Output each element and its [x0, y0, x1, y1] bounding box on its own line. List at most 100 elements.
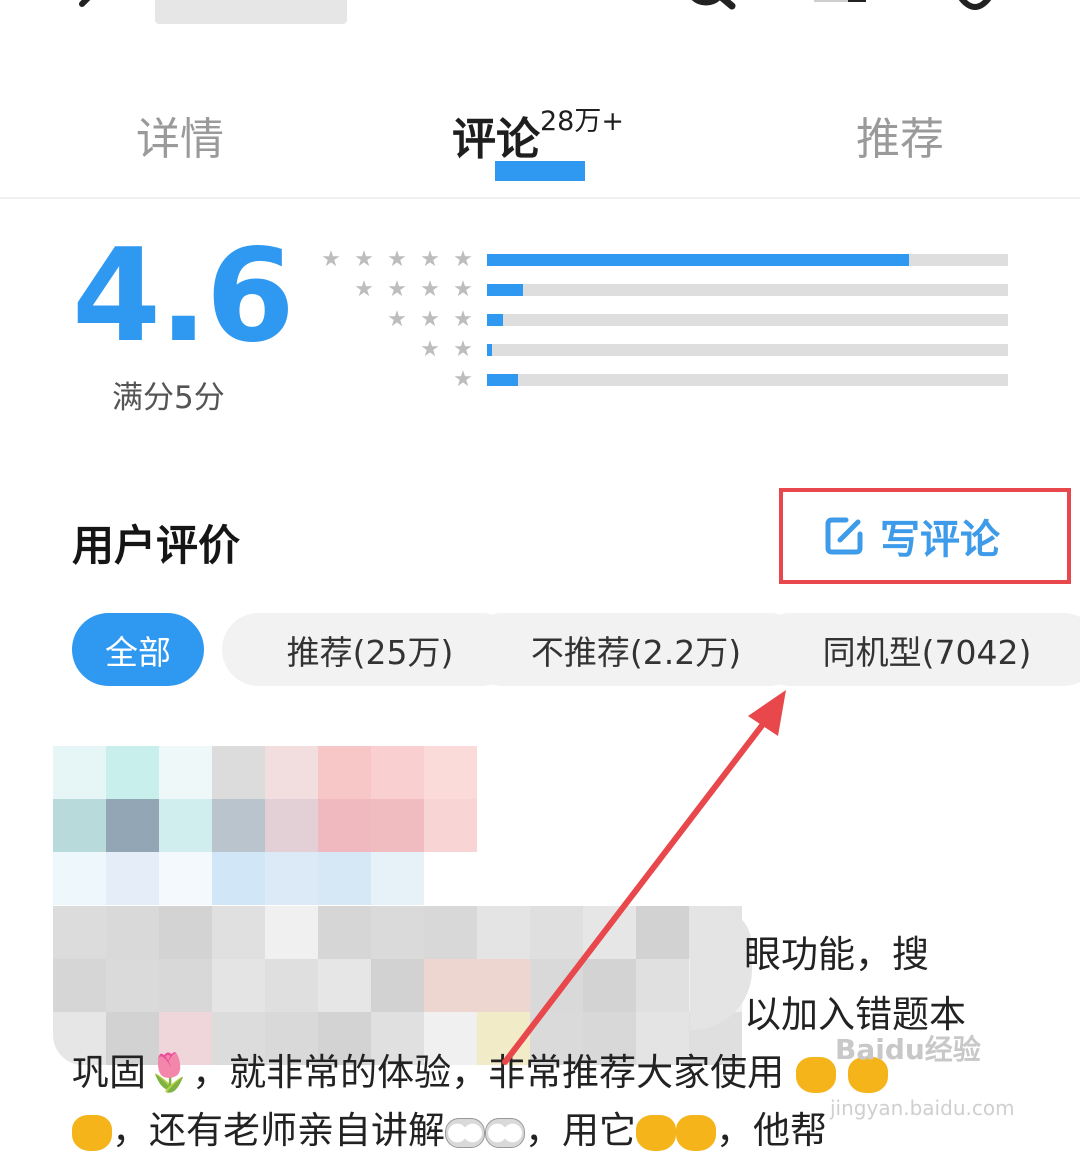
redaction-pixel — [265, 746, 318, 799]
redaction-pixel — [530, 959, 583, 1012]
tab-comments-label: 评论 — [452, 114, 540, 165]
redaction-pixel — [583, 906, 636, 959]
star-icon: ★ — [420, 247, 440, 272]
redaction-pixel — [106, 746, 159, 799]
redaction-pixel — [318, 746, 371, 799]
star-icon: ★ — [387, 247, 407, 272]
redaction-pixel — [106, 852, 159, 905]
star-icon: ★ — [354, 277, 374, 302]
redaction-pixel — [212, 799, 265, 852]
redaction-pixel — [318, 852, 371, 905]
redaction-pixel — [424, 799, 477, 852]
app-title-redacted — [155, 0, 347, 24]
tab-comments[interactable]: 评论 28万+ — [452, 103, 624, 167]
fist-emoji-icon — [676, 1114, 716, 1151]
star-icon: ★ — [420, 307, 440, 332]
star-icon: ★ — [420, 337, 440, 362]
tab-bar: 详情 评论 28万+ 推荐 — [0, 85, 1080, 199]
redaction-pixel — [212, 906, 265, 959]
redaction-pixel — [265, 906, 318, 959]
menu-icon[interactable] — [808, 0, 868, 20]
star-icon: ★ — [453, 247, 473, 272]
redaction-pixel — [424, 852, 477, 905]
active-tab-indicator — [495, 161, 585, 181]
rating-bar-2 — [487, 344, 1008, 356]
redaction-pixel — [690, 906, 752, 1030]
redaction-pixel — [583, 959, 636, 1012]
star-icon: ★ — [453, 367, 473, 392]
review-line-1: 眼功能，搜 — [744, 933, 929, 976]
star-icon: ★ — [420, 277, 440, 302]
fist-emoji-icon — [636, 1114, 676, 1151]
arrow-left-icon[interactable] — [70, 0, 110, 26]
eyes-emoji-icon — [445, 1117, 485, 1148]
filter-all[interactable]: 全部 — [72, 613, 204, 686]
redaction-pixel — [53, 959, 106, 1012]
star-icon: ★ — [321, 247, 341, 272]
eyes-emoji-icon — [485, 1117, 525, 1148]
redaction-pixel — [371, 906, 424, 959]
section-title: 用户评价 — [72, 521, 241, 570]
redaction-pixel — [106, 959, 159, 1012]
redaction-pixel — [424, 959, 477, 1012]
redaction-pixel — [53, 799, 106, 852]
rating-bar-1 — [487, 374, 1008, 386]
redaction-pixel — [159, 906, 212, 959]
redaction-pixel — [371, 852, 424, 905]
redaction-pixel — [159, 799, 212, 852]
review-line-3: 巩固🌷，就非常的体验，非常推荐大家使用 — [72, 1042, 888, 1096]
redaction-pixel — [265, 959, 318, 1012]
star-icon: ★ — [387, 307, 407, 332]
redaction-pixel — [159, 959, 212, 1012]
redaction-pixel — [424, 906, 477, 959]
redaction-pixel — [424, 746, 477, 799]
redaction-pixel — [212, 852, 265, 905]
redaction-pixel — [53, 906, 106, 959]
redaction-pixel — [318, 959, 371, 1012]
redaction-pixel — [212, 746, 265, 799]
rating-bar-fill — [487, 254, 909, 266]
star-icon: ★ — [453, 337, 473, 362]
tab-detail[interactable]: 详情 — [136, 103, 224, 167]
star-icon: ★ — [453, 307, 473, 332]
redaction-pixel — [265, 852, 318, 905]
write-review-button[interactable]: 写评论 — [822, 508, 1000, 564]
search-icon[interactable] — [680, 0, 740, 16]
top-bar — [0, 0, 1080, 30]
redaction-pixel — [318, 906, 371, 959]
rating-bar-4 — [487, 284, 1008, 296]
redaction-pixel — [477, 906, 530, 959]
comment-count-badge: 28万+ — [540, 106, 624, 137]
redaction-pixel — [53, 852, 106, 905]
rating-bar-fill — [487, 284, 523, 296]
watermark-url: jingyan.baidu.com — [830, 1096, 1015, 1120]
redaction-pixel — [477, 959, 530, 1012]
filter-same-model[interactable]: 同机型(7042) — [754, 613, 1080, 686]
write-review-label: 写评论 — [880, 517, 1000, 563]
review-line-3-text: 巩固🌷，就非常的体验，非常推荐大家使用 — [72, 1051, 785, 1094]
download-icon[interactable] — [955, 0, 995, 18]
redaction-pixel — [318, 799, 371, 852]
redaction-pixel — [106, 799, 159, 852]
tab-recommend[interactable]: 推荐 — [856, 103, 944, 167]
edit-icon — [825, 517, 863, 555]
fist-emoji-icon — [72, 1114, 112, 1151]
watermark: Baidu经验 — [835, 1033, 981, 1066]
rating-bar-fill — [487, 314, 503, 326]
rating-bar-5 — [487, 254, 1008, 266]
rating-score: 4.6 — [72, 222, 295, 371]
redaction-pixel — [159, 746, 212, 799]
redaction-pixel — [212, 959, 265, 1012]
redaction-pixel — [371, 746, 424, 799]
redaction-pixel — [265, 799, 318, 852]
star-icon: ★ — [387, 277, 407, 302]
rating-bar-3 — [487, 314, 1008, 326]
rating-bar-fill — [487, 374, 518, 386]
redaction-pixel — [371, 959, 424, 1012]
star-icon: ★ — [453, 277, 473, 302]
redaction-pixel — [371, 799, 424, 852]
rating-bar-fill — [487, 344, 492, 356]
star-icon: ★ — [354, 247, 374, 272]
redaction-pixel — [106, 906, 159, 959]
redaction-pixel — [636, 906, 689, 959]
